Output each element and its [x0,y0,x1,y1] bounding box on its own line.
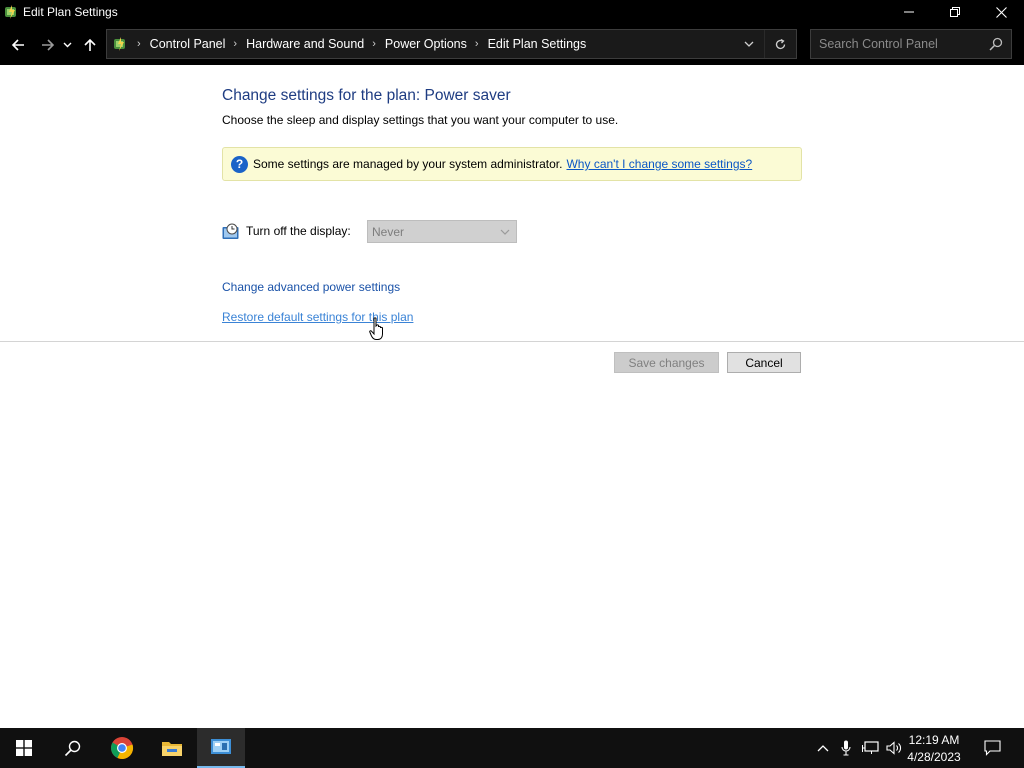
taskbar-search-button[interactable] [48,728,96,768]
start-button[interactable] [0,728,48,768]
admin-info-bar: ? Some settings are managed by your syst… [222,147,802,181]
arrow-left-icon [11,38,24,51]
chevron-down-icon [63,42,71,47]
search-box[interactable] [810,29,1012,59]
show-hidden-icons-button[interactable] [814,728,832,768]
breadcrumb-separator: › [137,38,141,50]
microphone-icon [841,740,851,756]
navigation-bar: › Control Panel › Hardware and Sound › P… [0,24,1024,65]
title-bar: Edit Plan Settings [0,0,1024,24]
search-icon [989,37,1003,51]
breadcrumb-control-panel[interactable]: Control Panel [150,37,226,51]
content-divider [0,341,1024,342]
control-panel-window: Edit Plan Settings › Control Panel › Har… [0,0,1024,768]
main-content: Change settings for the plan: Power save… [0,65,1024,728]
control-panel-icon [211,739,231,754]
back-button[interactable] [6,33,30,57]
breadcrumb-separator: › [474,38,479,50]
page-title: Change settings for the plan: Power save… [222,87,511,104]
taskbar-clock[interactable]: 12:19 AM 4/28/2023 [902,732,966,766]
network-icon [862,741,879,754]
page-subtitle: Choose the sleep and display settings th… [222,113,619,127]
address-history-button[interactable] [734,30,764,58]
turn-off-display-label: Turn off the display: [246,224,351,238]
taskbar: 12:19 AM 4/28/2023 [0,728,1024,768]
info-message: Some settings are managed by your system… [253,157,563,171]
chevron-up-icon [817,744,829,751]
display-clock-icon [222,223,239,239]
clock-date: 4/28/2023 [907,750,961,764]
breadcrumb-edit-plan-settings[interactable]: Edit Plan Settings [488,37,587,51]
minimize-icon [904,11,914,13]
volume-button[interactable] [884,728,904,768]
restore-button[interactable] [932,0,978,24]
recent-locations-button[interactable] [60,33,74,57]
search-icon [64,740,80,756]
action-center-button[interactable] [974,728,1010,768]
why-cant-change-link[interactable]: Why can't I change some settings? [566,157,752,171]
address-bar[interactable]: › Control Panel › Hardware and Sound › P… [106,29,797,59]
refresh-button[interactable] [764,30,796,58]
save-changes-button[interactable]: Save changes [614,352,719,373]
cancel-button[interactable]: Cancel [727,352,801,373]
control-panel-icon [111,35,129,53]
address-bar-controls [734,30,796,58]
refresh-icon [775,38,786,49]
change-advanced-settings-link[interactable]: Change advanced power settings [222,280,400,294]
breadcrumb-separator: › [233,38,238,50]
minimize-button[interactable] [886,0,932,24]
arrow-up-icon [84,38,96,51]
hand-cursor-icon [369,317,383,340]
window-controls [886,0,1024,24]
chevron-down-icon [500,229,510,235]
volume-icon [885,741,901,755]
close-icon [995,6,1007,18]
up-button[interactable] [78,33,102,57]
clock-time: 12:19 AM [908,733,960,747]
turn-off-display-dropdown[interactable]: Never [367,220,517,243]
chevron-down-icon [744,41,754,47]
folder-icon [162,742,182,756]
close-button[interactable] [978,0,1024,24]
taskbar-control-panel[interactable] [197,728,245,768]
taskbar-chrome[interactable] [98,728,146,768]
breadcrumb-power-options[interactable]: Power Options [385,37,467,51]
notification-icon [983,740,1001,756]
turn-off-display-row: Turn off the display: [222,219,351,243]
breadcrumb-hardware-and-sound[interactable]: Hardware and Sound [246,37,364,51]
search-input[interactable] [819,37,989,51]
window-title: Edit Plan Settings [23,5,118,19]
arrow-right-icon [42,38,55,51]
taskbar-file-explorer[interactable] [148,728,196,768]
restore-icon [950,7,960,17]
power-options-icon [3,4,19,20]
help-icon: ? [231,155,248,173]
breadcrumb-separator: › [372,38,376,50]
forward-button[interactable] [36,33,60,57]
windows-logo-icon [16,740,32,756]
microphone-button[interactable] [838,728,854,768]
network-button[interactable] [861,728,881,768]
dropdown-value: Never [372,224,405,239]
chrome-icon [111,737,134,759]
